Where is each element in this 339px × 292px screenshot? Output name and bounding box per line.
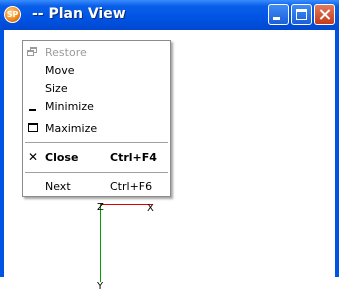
menu-item-shortcut: Ctrl+F4 (110, 151, 157, 164)
minimize-icon (27, 100, 39, 112)
menu-item-label: Move (45, 64, 75, 77)
menu-item-label: Size (45, 82, 68, 95)
minimize-button[interactable] (268, 4, 289, 25)
window-title: -- Plan View (32, 6, 126, 22)
restore-icon (27, 46, 39, 58)
system-menu: Restore Move Size Minimize Maximize ✕ Cl… (22, 40, 171, 197)
menu-item-next[interactable]: Next Ctrl+F6 (23, 177, 170, 196)
x-axis-label: X (147, 203, 154, 214)
menu-separator (25, 142, 168, 143)
menu-item-move[interactable]: Move (23, 61, 170, 80)
menu-item-label: Next (45, 180, 71, 193)
menu-item-size[interactable]: Size (23, 79, 170, 98)
app-icon[interactable]: SP (4, 6, 21, 23)
menu-item-label: Close (45, 151, 79, 164)
maximize-button[interactable] (291, 4, 312, 25)
close-icon: ✕ (27, 150, 39, 164)
x-axis-line (100, 204, 152, 205)
z-axis-label: Z (97, 202, 104, 213)
menu-item-label: Restore (45, 46, 87, 59)
maximize-icon (27, 122, 39, 134)
menu-item-label: Minimize (45, 100, 94, 113)
close-button[interactable] (314, 4, 335, 25)
menu-item-maximize[interactable]: Maximize (23, 119, 170, 138)
menu-separator (25, 172, 168, 173)
menu-item-restore[interactable]: Restore (23, 43, 170, 62)
menu-item-label: Maximize (45, 122, 98, 135)
y-axis-line (100, 204, 101, 282)
menu-item-shortcut: Ctrl+F6 (110, 180, 153, 193)
menu-item-minimize[interactable]: Minimize (23, 97, 170, 116)
menu-item-close[interactable]: ✕ Close Ctrl+F4 (23, 148, 170, 167)
y-axis-label: Y (97, 281, 104, 292)
title-bar[interactable]: SP -- Plan View (0, 0, 339, 30)
